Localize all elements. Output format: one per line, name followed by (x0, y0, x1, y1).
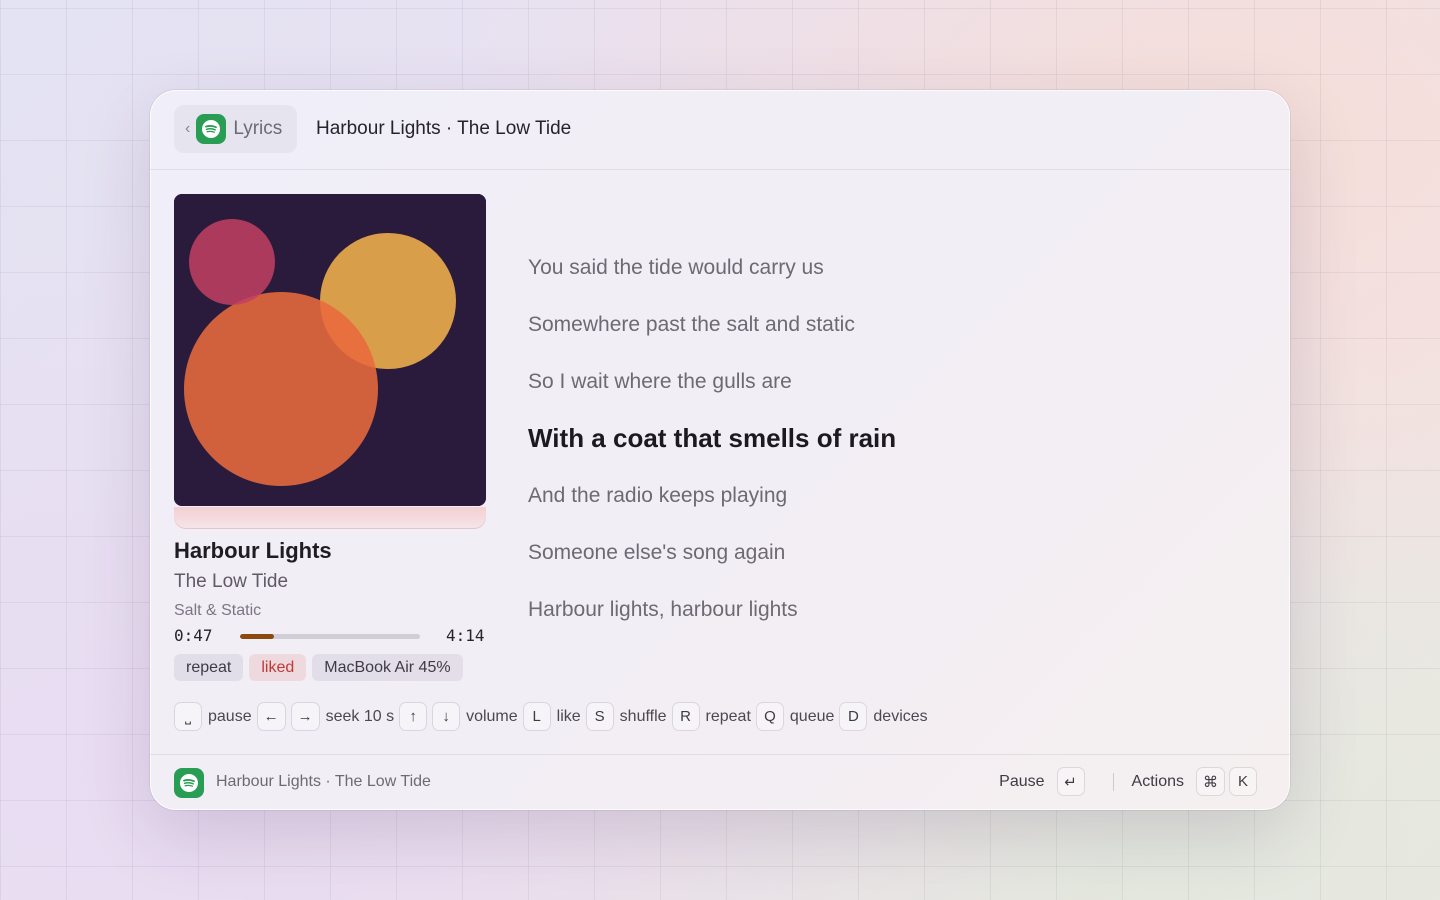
progress-fill (240, 634, 275, 639)
key-q[interactable]: Q (755, 702, 784, 731)
album-art-reflection (174, 507, 486, 529)
key-enter[interactable]: ↵ (1056, 767, 1085, 796)
key-s[interactable]: S (585, 702, 614, 731)
lyric-line: Harbour lights, harbour lights (528, 598, 798, 621)
key-up[interactable]: ↑ (399, 702, 428, 731)
divider (1112, 772, 1114, 791)
shortcut-bar: ⎵ pause ← → seek 10 s ↑ ↓ volume L like … (174, 701, 933, 732)
key-right[interactable]: → (290, 702, 320, 731)
shortcut-label-shuffle: shuffle (619, 707, 667, 725)
key-left[interactable]: ← (256, 702, 286, 731)
key-k[interactable]: K (1229, 767, 1257, 796)
actions-button[interactable]: Actions (1132, 773, 1184, 791)
header: ‹ Lyrics Harbour Lights · The Low Tide (150, 90, 1290, 170)
shortcut-label-queue: queue (789, 707, 835, 725)
device-tag: MacBook Air 45% (312, 654, 463, 681)
progress-bar[interactable] (240, 634, 420, 639)
lyric-line: So I wait where the gulls are (528, 370, 792, 393)
chevron-left-icon: ‹ (185, 120, 191, 137)
key-down[interactable]: ↓ (432, 702, 461, 731)
key-d[interactable]: D (839, 702, 868, 731)
repeat-tag: repeat (174, 654, 244, 681)
album-name: Salt & Static (174, 602, 262, 619)
footer-bar: Harbour Lights · The Low Tide Pause ↵ Ac… (150, 754, 1290, 810)
track-name: Harbour Lights (174, 538, 332, 563)
footer-actions: Pause ↵ Actions ⌘ K (999, 767, 1261, 796)
elapsed-time: 0:47 (174, 626, 213, 645)
status-tags: repeat liked MacBook Air 45% (174, 654, 463, 681)
spotify-icon (174, 768, 204, 798)
album-art (174, 194, 486, 506)
page-title: Harbour Lights · The Low Tide (316, 118, 572, 139)
back-label: Lyrics (233, 118, 283, 139)
spotify-icon (196, 114, 227, 144)
shortcut-label-seek: seek 10 s (325, 707, 395, 725)
artist-name: The Low Tide (174, 571, 289, 592)
liked-tag: liked (249, 654, 307, 681)
pause-action-button[interactable]: Pause (999, 773, 1044, 791)
lyric-line: Someone else's song again (528, 541, 786, 564)
lyric-line: Somewhere past the salt and static (528, 313, 855, 336)
lyric-line: You said the tide would carry us (528, 256, 824, 279)
now-playing-text: Harbour Lights · The Low Tide (216, 773, 431, 790)
total-time: 4:14 (446, 626, 485, 645)
key-r[interactable]: R (671, 702, 700, 731)
lyric-line-current: With a coat that smells of rain (528, 423, 897, 453)
key-cmd[interactable]: ⌘ (1196, 767, 1225, 796)
shortcut-label-repeat: repeat (705, 707, 751, 725)
shortcut-label-pause: pause (208, 707, 252, 725)
key-l[interactable]: L (522, 702, 551, 731)
shortcut-label-devices: devices (873, 707, 928, 725)
shortcut-label-volume: volume (466, 707, 518, 725)
lyrics-window: ‹ Lyrics Harbour Lights · The Low Tide H… (150, 90, 1290, 810)
back-button[interactable]: ‹ Lyrics (174, 105, 297, 153)
shortcut-label-like: like (556, 707, 581, 725)
key-space[interactable]: ⎵ (174, 702, 202, 731)
lyric-line: And the radio keeps playing (528, 484, 788, 507)
